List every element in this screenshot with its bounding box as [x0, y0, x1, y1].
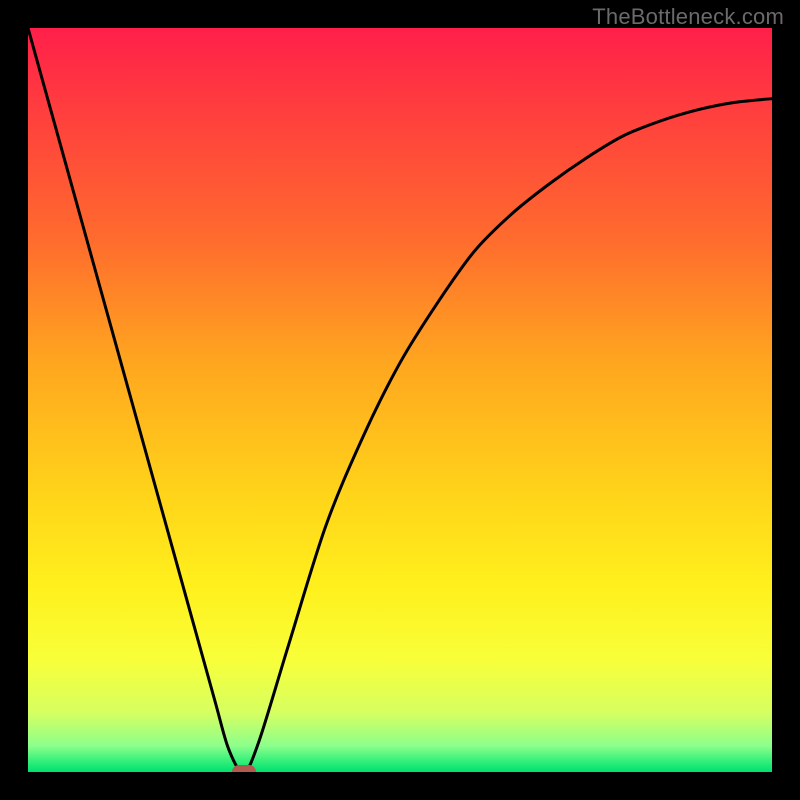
- chart-frame: TheBottleneck.com: [0, 0, 800, 800]
- watermark-text: TheBottleneck.com: [592, 4, 784, 30]
- minimum-marker: [232, 765, 256, 772]
- plot-area: [28, 28, 772, 772]
- bottleneck-curve: [28, 28, 772, 772]
